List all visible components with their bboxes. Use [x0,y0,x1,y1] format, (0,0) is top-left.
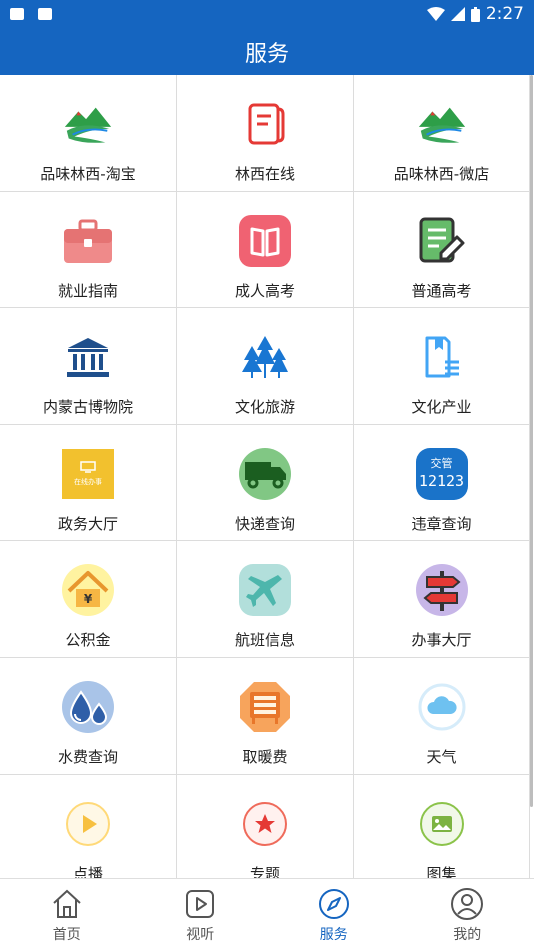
briefcase-icon [61,214,115,268]
page-title: 服务 [244,41,289,67]
cloud-icon [415,680,469,734]
service-label: 办事大厅 [411,631,472,650]
service-label: 成人高考 [234,281,295,300]
service-label: 文化旅游 [234,398,295,417]
home-icon [53,889,81,918]
app-notification-icon [38,8,52,20]
service-violation-query[interactable]: 交管 12123 违章查询 [354,424,530,542]
service-heating-fee[interactable]: 取暖费 [177,657,354,775]
online-office-text: 在线办事 [74,477,102,486]
nav-home[interactable]: 首页 [0,879,134,950]
nav-label: 视听 [186,927,215,943]
water-drops-icon [61,680,115,734]
service-label: 品味林西-淘宝 [40,165,136,183]
trees-icon [238,330,292,384]
online-office-icon: 在线办事 [61,447,115,501]
service-culture-industry[interactable]: 文化产业 [354,308,530,425]
service-inner-mongolia-museum[interactable]: 内蒙古博物院 [0,308,177,425]
service-housing-fund[interactable]: ¥ 公积金 [0,541,177,658]
nav-label: 首页 [52,927,81,943]
service-pinwei-taobao[interactable]: 品味林西-淘宝 [0,75,177,192]
compass-icon [318,889,349,919]
page-header: 服务 [0,28,534,75]
battery-icon [470,6,480,22]
service-on-demand[interactable]: 点播 [0,774,177,878]
traffic-top-text: 交管 [430,457,453,471]
nav-label: 服务 [319,927,348,943]
clock: 2:27 [485,4,524,24]
status-bar: 2:27 [0,0,534,28]
notebook-icon [238,97,292,151]
service-label: 普通高考 [411,281,472,300]
svg-text:¥: ¥ [84,592,93,606]
nav-audiovisual[interactable]: 视听 [134,879,268,950]
service-employment-guide[interactable]: 就业指南 [0,191,177,309]
signpost-icon [415,563,469,617]
service-label: 快递查询 [234,514,295,533]
service-label: 天气 [426,747,457,766]
play-icon [61,797,115,851]
mountain-logo-icon [415,97,469,151]
service-special-topics[interactable]: 专题 [177,774,354,878]
service-label: 内蒙古博物院 [42,398,133,417]
service-label: 政务大厅 [57,514,118,533]
service-water-bill[interactable]: 水费查询 [0,657,177,775]
open-book-icon [238,214,292,268]
service-label: 水费查询 [57,747,118,766]
wifi-icon [426,7,445,21]
notification-icon [10,8,24,20]
radiator-icon [238,680,292,734]
document-list-icon [415,330,469,384]
service-adult-exam[interactable]: 成人高考 [177,191,354,309]
user-icon [451,888,484,920]
bottom-nav: 首页 视听 服务 我的 [0,878,534,950]
traffic-12123-icon: 交管 12123 [415,447,469,501]
service-label: 违章查询 [411,514,472,533]
service-label: 就业指南 [57,281,118,300]
service-label: 航班信息 [234,631,295,650]
video-play-icon [186,890,215,918]
service-weather[interactable]: 天气 [354,657,530,775]
service-label: 林西在线 [234,165,295,183]
nav-services[interactable]: 服务 [267,879,401,950]
mountain-logo-icon [61,97,115,151]
service-label: 公积金 [65,631,111,650]
service-affairs-hall[interactable]: 办事大厅 [354,541,530,658]
service-label: 文化产业 [411,398,472,417]
service-flight-info[interactable]: 航班信息 [177,541,354,658]
service-culture-tourism[interactable]: 文化旅游 [177,308,354,425]
exam-paper-pen-icon [415,214,469,268]
airplane-icon [238,563,292,617]
star-icon [238,797,292,851]
service-government-hall[interactable]: 在线办事 政务大厅 [0,424,177,542]
service-label: 图集 [426,864,457,878]
service-label: 专题 [249,864,280,878]
service-pinwei-weidian[interactable]: 品味林西-微店 [354,75,530,192]
museum-icon [61,330,115,384]
house-yen-icon: ¥ [61,563,115,617]
signal-icon [450,7,465,21]
nav-label: 我的 [453,927,482,943]
service-gallery[interactable]: 图集 [354,774,530,878]
service-college-exam[interactable]: 普通高考 [354,191,530,309]
nav-mine[interactable]: 我的 [401,879,534,950]
delivery-truck-icon [238,447,292,501]
services-grid: 品味林西-淘宝 林西在线 品味林西-微店 就业指南 成人高考 普通高考 内蒙古博… [0,75,530,878]
image-icon [415,797,469,851]
service-label: 品味林西-微店 [393,165,490,183]
service-label: 取暖费 [242,747,288,766]
scrollbar[interactable] [530,75,533,807]
service-express-query[interactable]: 快递查询 [177,424,354,542]
service-label: 点播 [72,864,103,878]
traffic-number-text: 12123 [418,472,465,491]
service-linxi-online[interactable]: 林西在线 [177,75,354,192]
